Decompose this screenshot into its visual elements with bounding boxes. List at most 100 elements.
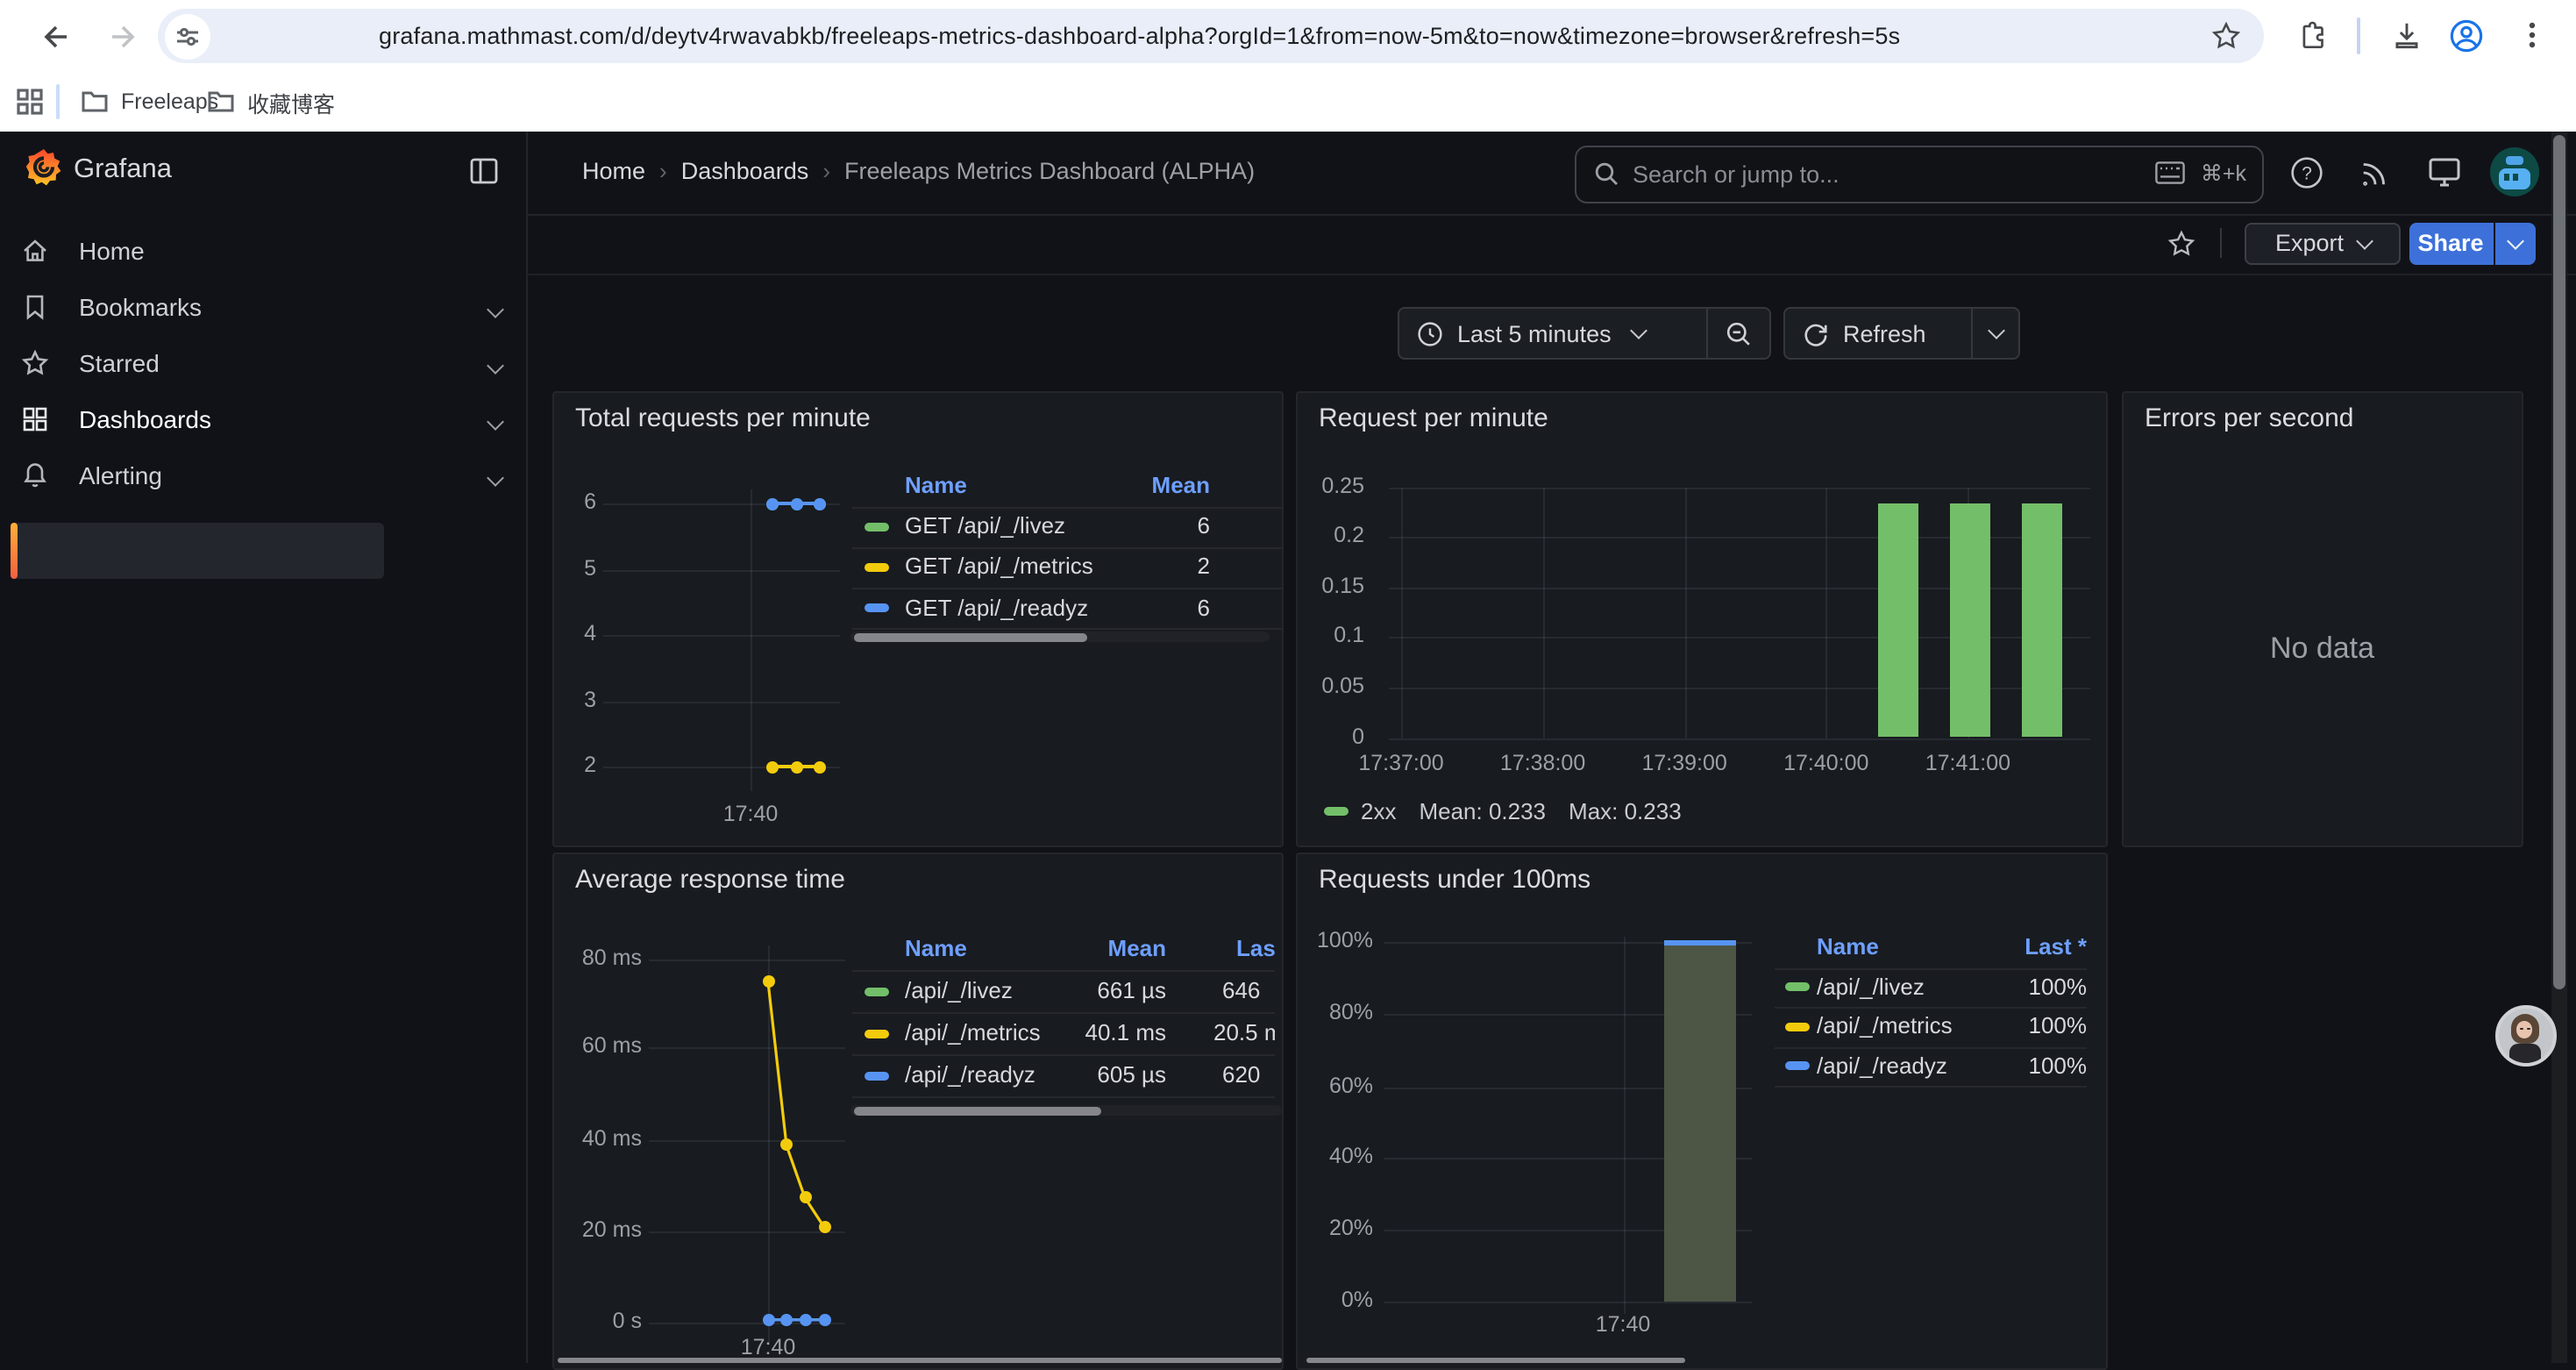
- sidebar-item-label: Starred: [79, 349, 160, 377]
- column-header-mean[interactable]: Mean: [1108, 935, 1166, 961]
- column-header-name[interactable]: Name: [1817, 933, 1879, 960]
- chevron-down-icon[interactable]: [487, 301, 504, 318]
- browser-toolbar: grafana.mathmast.com/d/deytv4rwavabkb/fr…: [0, 0, 2576, 72]
- profile-icon[interactable]: [2448, 18, 2485, 54]
- series-name[interactable]: GET /api/_/livez: [905, 512, 1065, 539]
- grafana-logo[interactable]: [25, 147, 63, 189]
- chevron-down-icon[interactable]: [487, 469, 504, 487]
- series-mean: 6: [1198, 512, 1210, 539]
- series-name[interactable]: GET /api/_/metrics: [905, 553, 1093, 579]
- bottom-hscrollbar-thumb[interactable]: [558, 1357, 1282, 1363]
- chevron-down-icon[interactable]: [487, 413, 504, 431]
- bookmark-label: 收藏博客: [247, 85, 335, 118]
- extensions-icon[interactable]: [2297, 19, 2330, 53]
- gridline: [1684, 487, 1686, 738]
- panel-request-per-minute[interactable]: Request per minute 0.250.20.150.10.05017…: [1296, 391, 2107, 846]
- x-tick-label: 17:40: [724, 1335, 812, 1359]
- panel-requests-under-100ms[interactable]: Requests under 100ms 100%80%60%40%20%0% …: [1296, 853, 2107, 1370]
- x-tick-label: 17:41:00: [1915, 751, 2020, 775]
- column-header-name[interactable]: Name: [905, 935, 967, 961]
- sidebar-item-bookmarks[interactable]: Bookmarks: [0, 279, 526, 335]
- back-icon[interactable]: [39, 19, 74, 54]
- monitor-icon[interactable]: [2427, 156, 2462, 189]
- column-header-last[interactable]: Last *: [1236, 935, 1275, 961]
- bookmark-folder-blogs[interactable]: 收藏博客: [207, 72, 335, 132]
- forward-icon: [105, 19, 140, 54]
- series-name[interactable]: GET /api/_/readyz: [905, 594, 1088, 620]
- y-tick-label: 0.15: [1305, 573, 1364, 597]
- column-header-mean[interactable]: Mean: [1152, 472, 1210, 498]
- series-color-pill: [865, 1071, 889, 1080]
- sidebar-item-label: Bookmarks: [79, 293, 202, 321]
- series-mean: 40.1 ms: [1085, 1019, 1167, 1045]
- download-icon[interactable]: [2390, 19, 2423, 53]
- time-range-button[interactable]: Last 5 minutes: [1399, 309, 1706, 358]
- breadcrumb-dashboards[interactable]: Dashboards: [681, 158, 809, 184]
- sidebar-toggle-icon[interactable]: [470, 158, 498, 184]
- zoom-out-button[interactable]: [1708, 309, 1769, 358]
- share-button[interactable]: Share: [2409, 222, 2492, 265]
- panel-errors-per-second[interactable]: Errors per second No data: [2122, 391, 2523, 846]
- legend: 2xx Mean: 0.233 Max: 0.233: [1324, 798, 1682, 824]
- column-header-name[interactable]: Name: [905, 472, 967, 498]
- news-rss-icon[interactable]: [2359, 156, 2392, 189]
- legend-hscrollbar-thumb[interactable]: [854, 632, 1087, 641]
- browser-menu-icon[interactable]: [2516, 19, 2548, 51]
- help-icon[interactable]: ?: [2290, 156, 2323, 189]
- series-color-pill: [1784, 1061, 1809, 1070]
- data-point: [818, 1314, 830, 1326]
- bookmark-icon: [21, 293, 49, 321]
- series-name[interactable]: /api/_/livez: [1817, 973, 1925, 999]
- breadcrumb-current: Freeleaps Metrics Dashboard (ALPHA): [844, 158, 1255, 184]
- brand-name[interactable]: Grafana: [74, 154, 172, 186]
- time-range-label: Last 5 minutes: [1457, 320, 1612, 346]
- floating-avatar[interactable]: [2494, 1005, 2556, 1067]
- url-text[interactable]: grafana.mathmast.com/d/deytv4rwavabkb/fr…: [379, 23, 1900, 49]
- series-color-pill: [1324, 807, 1348, 816]
- bottom-hscrollbar-thumb[interactable]: [1306, 1357, 1685, 1363]
- bookmark-star-icon[interactable]: [2210, 19, 2243, 53]
- series-name[interactable]: /api/_/livez: [905, 977, 1013, 1003]
- sidebar-item-alerting[interactable]: Alerting: [0, 447, 526, 503]
- y-tick-label: 60%: [1305, 1073, 1373, 1097]
- apps-grid-icon[interactable]: [16, 88, 44, 116]
- sidebar-item-dashboards[interactable]: Dashboards: [0, 391, 526, 447]
- data-point: [790, 497, 802, 510]
- legend-series-name[interactable]: 2xx: [1361, 798, 1396, 824]
- y-tick-label: 0.1: [1305, 624, 1364, 648]
- bookmark-folder-freeleaps[interactable]: Freeleaps: [81, 72, 218, 132]
- panel-total-requests[interactable]: Total requests per minute 65432 17:40 Na…: [552, 391, 1284, 846]
- page-scrollbar-thumb[interactable]: [2553, 135, 2565, 989]
- chevron-down-icon[interactable]: [487, 357, 504, 375]
- sidebar-item-starred[interactable]: Starred: [0, 335, 526, 391]
- bookmarks-bar: Freeleaps 收藏博客: [0, 72, 2576, 133]
- gridline: [1389, 738, 2090, 739]
- url-bar[interactable]: grafana.mathmast.com/d/deytv4rwavabkb/fr…: [158, 9, 2264, 63]
- gridline: [603, 701, 840, 703]
- refresh-button[interactable]: Refresh: [1785, 309, 1971, 358]
- series-name[interactable]: /api/_/readyz: [905, 1061, 1035, 1088]
- y-tick-label: 20%: [1305, 1216, 1373, 1240]
- site-info-chip[interactable]: [165, 13, 210, 59]
- legend-max: Max: 0.233: [1569, 798, 1682, 824]
- share-menu-button[interactable]: [2495, 222, 2536, 265]
- series-name[interactable]: /api/_/metrics: [1817, 1012, 1953, 1038]
- favorite-star-icon[interactable]: [2166, 227, 2197, 259]
- export-button[interactable]: Export: [2245, 222, 2401, 265]
- sidebar-item-home[interactable]: Home: [0, 223, 526, 279]
- grafana-app: Grafana Home Bookmarks Starred Dashb: [0, 132, 2576, 1363]
- y-tick-label: 80%: [1305, 999, 1373, 1024]
- search-input[interactable]: Search or jump to... ⌘+k: [1575, 145, 2264, 203]
- data-point: [799, 1314, 811, 1326]
- legend-hscrollbar-thumb[interactable]: [854, 1106, 1101, 1115]
- column-header-last[interactable]: Last *: [2025, 933, 2087, 960]
- bar-chart: 0.250.20.150.10.05017:37:0017:38:0017:39…: [1298, 393, 2107, 846]
- refresh-interval-button[interactable]: [1973, 309, 2018, 358]
- series-color-pill: [865, 522, 889, 531]
- series-name[interactable]: /api/_/metrics: [905, 1019, 1041, 1045]
- series-name[interactable]: /api/_/readyz: [1817, 1052, 1947, 1078]
- breadcrumb-home[interactable]: Home: [582, 158, 645, 184]
- breadcrumb-separator: ›: [808, 158, 844, 184]
- panel-average-response-time[interactable]: Average response time 80 ms60 ms40 ms20 …: [552, 853, 1284, 1370]
- user-avatar[interactable]: [2490, 147, 2539, 196]
